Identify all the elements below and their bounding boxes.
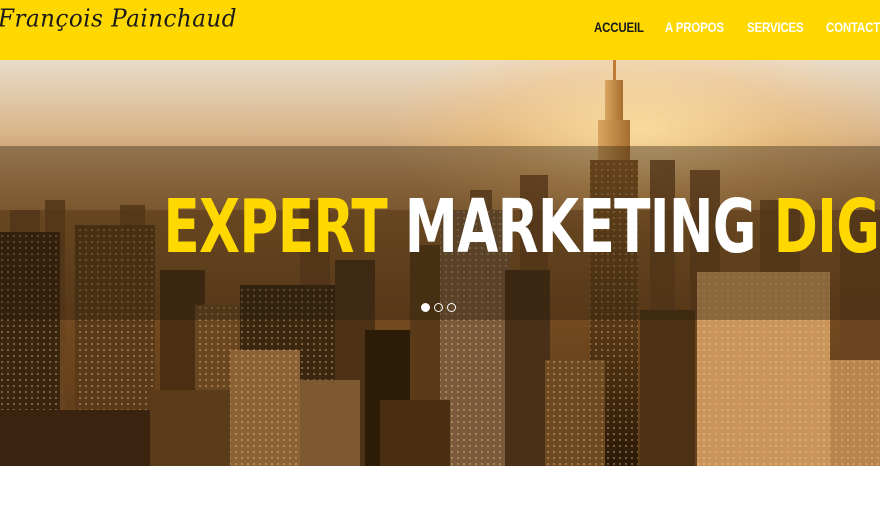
- nav-item-accueil[interactable]: ACCUEIL: [594, 19, 644, 35]
- slider-dot-1[interactable]: [421, 303, 430, 312]
- hero-slider: EXPERT MARKETING DIGITAL: [0, 60, 880, 466]
- headline-word-digital: DIGITAL: [773, 184, 880, 270]
- slider-pagination: [421, 303, 456, 312]
- main-nav: ACCUEIL A PROPOS SERVICES CONTACT EN: [594, 19, 880, 35]
- nav-item-services[interactable]: SERVICES: [747, 19, 804, 35]
- nav-item-a-propos[interactable]: A PROPOS: [665, 19, 724, 35]
- slider-dot-2[interactable]: [434, 303, 443, 312]
- headline-word-expert: EXPERT: [163, 184, 387, 270]
- site-logo[interactable]: François Painchaud: [0, 5, 237, 32]
- hero-headline: EXPERT MARKETING DIGITAL: [0, 190, 880, 264]
- site-header: François Painchaud ACCUEIL A PROPOS SERV…: [0, 0, 880, 60]
- nav-item-contact[interactable]: CONTACT: [826, 19, 880, 35]
- slider-dot-3[interactable]: [447, 303, 456, 312]
- headline-word-marketing: MARKETING: [404, 184, 757, 270]
